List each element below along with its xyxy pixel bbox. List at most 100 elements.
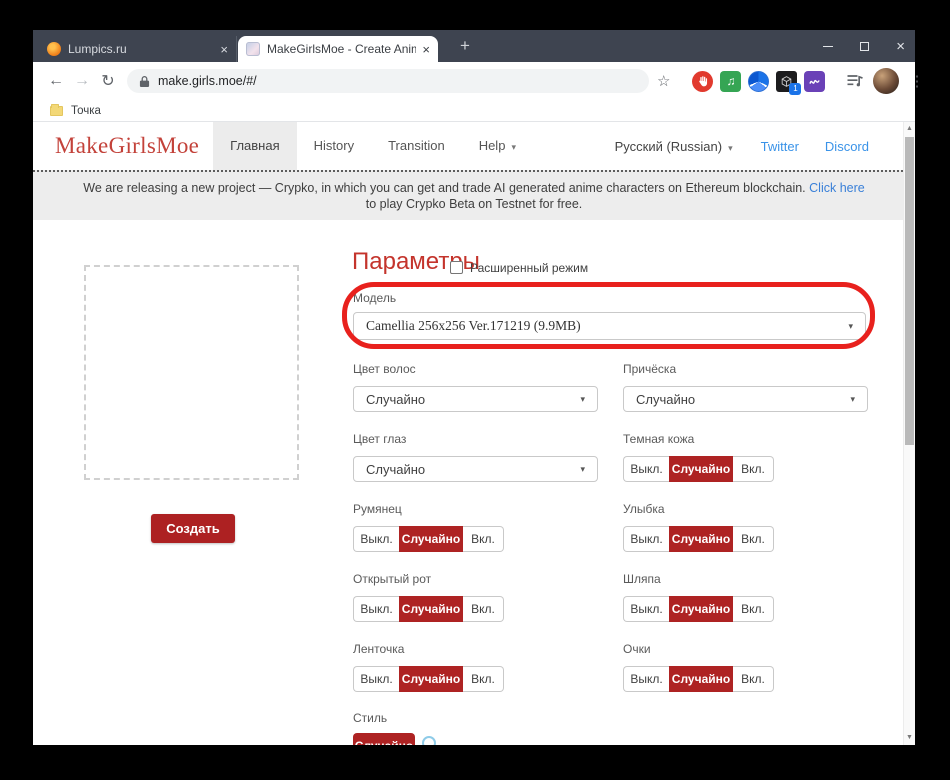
new-tab-button[interactable]: + — [453, 34, 477, 58]
main-nav: Главная History Transition Help▾ — [213, 122, 533, 170]
tab-title: Lumpics.ru — [68, 42, 214, 56]
control-blush: Румянец Выкл. Случайно Вкл. — [353, 502, 598, 552]
toggle-option-on[interactable]: Вкл. — [733, 526, 774, 552]
style-slider-handle[interactable] — [422, 736, 436, 745]
music-extension-icon[interactable]: ♫ — [720, 71, 741, 92]
chrome-menu-icon[interactable]: ⋮ — [909, 72, 924, 90]
scroll-up-icon[interactable]: ▲ — [904, 125, 915, 132]
tab-close-icon[interactable]: × — [220, 42, 228, 57]
image-placeholder — [84, 265, 299, 480]
controls-grid: Цвет волос Случайно▾ Причёска Случайно▾ … — [353, 362, 868, 692]
control-eye-color: Цвет глаз Случайно▾ — [353, 432, 598, 482]
url-bar[interactable]: make.girls.moe/#/ — [127, 69, 649, 93]
chevron-down-icon: ▾ — [848, 321, 853, 332]
control-hair-color: Цвет волос Случайно▾ — [353, 362, 598, 412]
folder-icon — [50, 106, 63, 116]
nav-item-transition[interactable]: Transition — [371, 122, 462, 170]
bookmark-folder[interactable]: Точка — [71, 105, 101, 117]
hat-toggle: Выкл. Случайно Вкл. — [623, 596, 868, 622]
maximize-icon[interactable] — [860, 42, 869, 51]
hair-color-select[interactable]: Случайно▾ — [353, 386, 598, 412]
globe-extension-icon[interactable] — [748, 71, 769, 92]
smile-toggle: Выкл. Случайно Вкл. — [623, 526, 868, 552]
lock-icon — [139, 75, 150, 88]
toggle-option-random[interactable]: Случайно — [399, 596, 463, 622]
control-glasses: Очки Выкл. Случайно Вкл. — [623, 642, 868, 692]
chevron-down-icon: ▾ — [580, 464, 585, 475]
control-smile: Улыбка Выкл. Случайно Вкл. — [623, 502, 868, 552]
twitter-link[interactable]: Twitter — [761, 139, 799, 154]
language-selector[interactable]: Русский (Russian)▾ — [615, 139, 733, 154]
adblock-extension-icon[interactable] — [692, 71, 713, 92]
site-logo[interactable]: MakeGirlsMoe — [55, 133, 199, 159]
model-value: Camellia 256x256 Ver.171219 (9.9MB) — [366, 318, 581, 334]
window-controls: × — [823, 30, 905, 62]
dark-skin-toggle: Выкл. Случайно Вкл. — [623, 456, 868, 482]
nav-item-history[interactable]: History — [297, 122, 371, 170]
tab-makegirlsmoe[interactable]: MakeGirlsMoe - Create Anime Ch × — [238, 36, 438, 62]
discord-link[interactable]: Discord — [825, 139, 869, 154]
toggle-option-random[interactable]: Случайно — [399, 666, 463, 692]
toggle-option-on[interactable]: Вкл. — [463, 666, 504, 692]
banner-text-after: to play Crypko Beta on Testnet for free. — [366, 197, 583, 211]
scrollbar-thumb[interactable] — [905, 137, 914, 445]
url-text[interactable]: make.girls.moe/#/ — [158, 74, 257, 88]
back-icon[interactable]: ← — [43, 72, 69, 90]
control-open-mouth: Открытый рот Выкл. Случайно Вкл. — [353, 572, 598, 622]
eye-color-select[interactable]: Случайно▾ — [353, 456, 598, 482]
hairstyle-select[interactable]: Случайно▾ — [623, 386, 868, 412]
toggle-option-random[interactable]: Случайно — [669, 526, 733, 552]
screenshot-frame: Lumpics.ru × MakeGirlsMoe - Create Anime… — [0, 0, 950, 780]
toggle-option-random[interactable]: Случайно — [669, 596, 733, 622]
tab-title: MakeGirlsMoe - Create Anime Ch — [267, 42, 416, 56]
forward-icon: → — [69, 72, 95, 90]
toggle-option-on[interactable]: Вкл. — [463, 596, 504, 622]
toggle-option-on[interactable]: Вкл. — [733, 456, 774, 482]
toggle-option-random[interactable]: Случайно — [669, 456, 733, 482]
nav-item-home[interactable]: Главная — [213, 122, 296, 170]
bookmark-star-icon[interactable]: ☆ — [657, 72, 670, 90]
toggle-option-off[interactable]: Выкл. — [623, 456, 669, 482]
bookmarks-bar: Точка — [33, 100, 915, 122]
page-scrollbar[interactable]: ▲ ▼ — [903, 122, 915, 745]
cube-extension-icon[interactable]: 1 — [776, 71, 797, 92]
advanced-mode-checkbox[interactable] — [450, 261, 463, 274]
model-select[interactable]: Camellia 256x256 Ver.171219 (9.9MB) ▾ — [353, 312, 866, 340]
ribbon-toggle: Выкл. Случайно Вкл. — [353, 666, 598, 692]
announcement-banner: We are releasing a new project — Crypko,… — [33, 170, 915, 220]
scroll-down-icon[interactable]: ▼ — [904, 734, 915, 741]
reload-icon[interactable]: ↻ — [95, 71, 121, 91]
toggle-option-on[interactable]: Вкл. — [733, 666, 774, 692]
style-label: Стиль — [353, 711, 387, 725]
purple-extension-icon[interactable] — [804, 71, 825, 92]
toggle-option-off[interactable]: Выкл. — [623, 596, 669, 622]
toggle-option-off[interactable]: Выкл. — [623, 666, 669, 692]
click-here-link[interactable]: Click here — [809, 181, 865, 195]
tab-close-icon[interactable]: × — [422, 42, 430, 57]
style-random-button[interactable]: Случайно — [353, 733, 415, 745]
minimize-icon[interactable] — [823, 46, 833, 47]
advanced-mode-label: Расширенный режим — [470, 261, 588, 275]
tab-lumpics[interactable]: Lumpics.ru × — [39, 36, 237, 62]
blush-toggle: Выкл. Случайно Вкл. — [353, 526, 598, 552]
generate-button[interactable]: Создать — [151, 514, 235, 543]
toggle-option-off[interactable]: Выкл. — [353, 596, 399, 622]
profile-avatar[interactable] — [873, 68, 899, 94]
nav-item-help[interactable]: Help▾ — [462, 122, 533, 170]
toggle-option-random[interactable]: Случайно — [669, 666, 733, 692]
toggle-option-off[interactable]: Выкл. — [353, 666, 399, 692]
toggle-option-on[interactable]: Вкл. — [733, 596, 774, 622]
toggle-option-off[interactable]: Выкл. — [353, 526, 399, 552]
toggle-option-on[interactable]: Вкл. — [463, 526, 504, 552]
site-header: MakeGirlsMoe Главная History Transition … — [33, 122, 915, 170]
extension-icons: ♫ 1 — [692, 71, 825, 92]
lumpics-favicon — [47, 42, 61, 56]
toggle-option-random[interactable]: Случайно — [399, 526, 463, 552]
open-mouth-toggle: Выкл. Случайно Вкл. — [353, 596, 598, 622]
toggle-option-off[interactable]: Выкл. — [623, 526, 669, 552]
page-content: MakeGirlsMoe Главная History Transition … — [33, 122, 915, 745]
extension-badge: 1 — [789, 83, 801, 95]
browser-window: Lumpics.ru × MakeGirlsMoe - Create Anime… — [33, 30, 915, 745]
playlist-icon[interactable] — [845, 71, 865, 91]
close-icon[interactable]: × — [896, 39, 905, 54]
